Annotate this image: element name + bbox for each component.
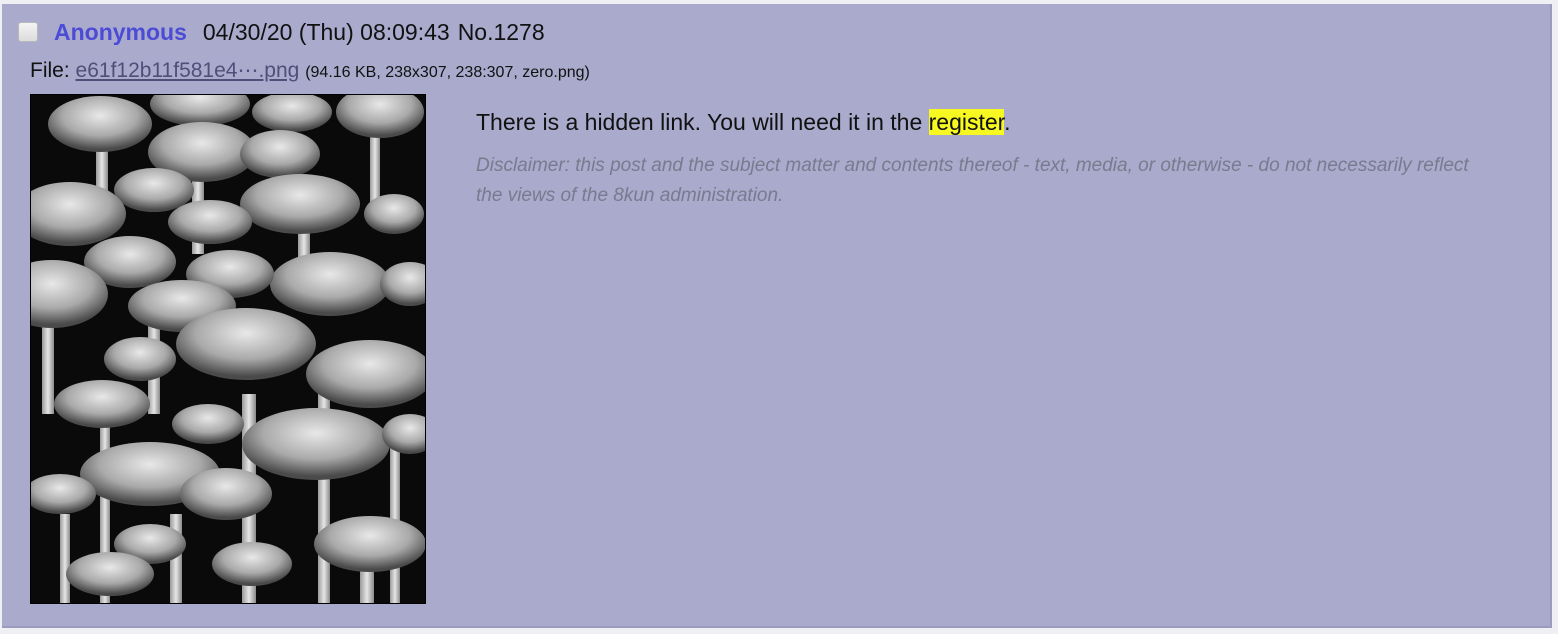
highlighted-word: register [928, 109, 1005, 135]
post-reply: Anonymous 04/30/20 (Thu) 08:09:43 No.127… [2, 4, 1552, 628]
mushroom-image [30, 94, 426, 604]
poster-name: Anonymous [54, 18, 187, 45]
file-info: File: e61f12b11f581e4⋯.png (94.16 KB, 23… [30, 58, 590, 83]
message-end: . [1004, 109, 1011, 135]
file-thumbnail[interactable] [30, 94, 426, 604]
post-intro: Anonymous 04/30/20 (Thu) 08:09:43 No.127… [18, 17, 545, 47]
post-number-link[interactable]: No.1278 [458, 19, 545, 46]
file-link[interactable]: e61f12b11f581e4⋯.png [76, 59, 300, 82]
file-label: File: [30, 59, 70, 82]
post-disclaimer: Disclaimer: this post and the subject ma… [476, 155, 1469, 206]
post-select-checkbox[interactable] [18, 22, 38, 42]
post-date: 04/30/20 (Thu) 08:09:43 [202, 18, 450, 45]
file-meta: (94.16 KB, 238x307, 238:307, zero.png) [305, 64, 590, 81]
message-text: There is a hidden link. You will need it… [476, 109, 929, 135]
post-message: There is a hidden link. You will need it… [476, 109, 1476, 136]
